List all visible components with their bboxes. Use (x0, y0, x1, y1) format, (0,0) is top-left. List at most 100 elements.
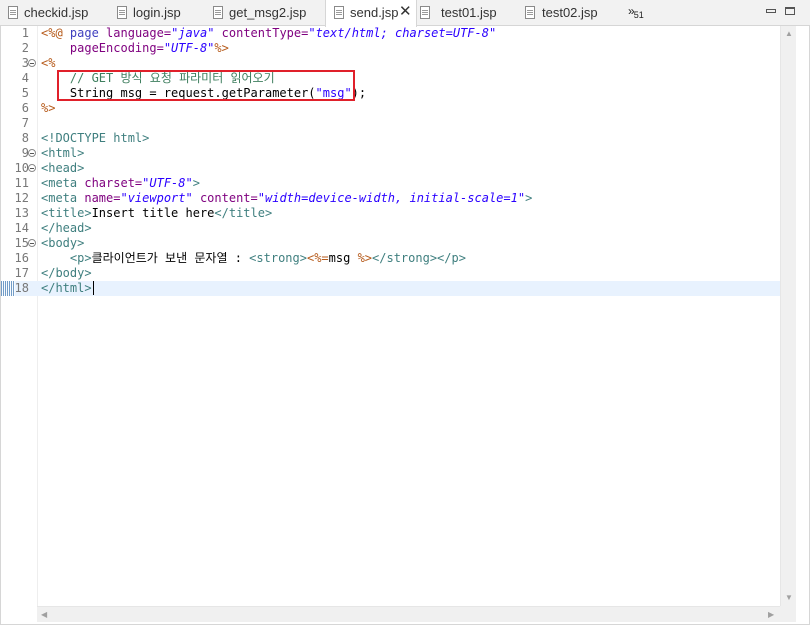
minimize-icon[interactable] (766, 9, 776, 13)
code-line: 2 pageEncoding="UTF-8"%> (1, 41, 780, 56)
html-tag: > (525, 191, 533, 205)
line-number: 9 (21, 146, 29, 160)
jsp-file-icon (525, 6, 535, 19)
attribute-name: language= (106, 26, 172, 40)
html-tag: <head> (41, 161, 85, 175)
html-tag: <strong> (249, 251, 307, 265)
code-line: 16 <p>클라이언트가 보낸 문자열 : <strong><%=msg %><… (1, 251, 780, 266)
code-line: 13 <title>Insert title here</title> (1, 206, 780, 221)
line-number: 12 (14, 191, 29, 205)
line-number: 5 (21, 86, 29, 100)
html-tag: <body> (41, 236, 85, 250)
line-number: 11 (14, 176, 29, 190)
tab-label: test01.jsp (441, 5, 497, 20)
code-line: 4 // GET 방식 요청 파라미터 읽어오기 (1, 71, 780, 86)
tab-label: test02.jsp (542, 5, 598, 20)
attribute-value: "text/html; charset=UTF-8" (308, 26, 497, 40)
scrollbar-corner (780, 606, 796, 622)
line-number: 13 (14, 206, 29, 220)
fold-collapse-icon[interactable] (28, 149, 36, 157)
html-tag: <meta (41, 176, 78, 190)
attribute-name: pageEncoding= (41, 41, 164, 55)
line-number: 14 (14, 221, 29, 235)
line-number: 17 (14, 266, 29, 280)
jsp-scriptlet-open: <% (41, 56, 56, 70)
code-line: 12 <meta name="viewport" content="width=… (1, 191, 780, 206)
html-text: Insert title here (91, 206, 215, 220)
html-tag: </html> (41, 281, 92, 295)
fold-collapse-icon[interactable] (28, 239, 36, 247)
scroll-down-icon[interactable]: ▼ (785, 594, 793, 602)
attribute-name: contentType= (214, 26, 309, 40)
code-line: 15 <body> (1, 236, 780, 251)
line-number: 16 (14, 251, 29, 265)
code-line: 11 <meta charset="UTF-8"> (1, 176, 780, 191)
code-line: 9 <html> (1, 146, 780, 161)
code-editor[interactable]: 1 <%@ page language="java" contentType="… (0, 26, 810, 625)
tab-label: send.jsp (350, 5, 399, 20)
vertical-scrollbar[interactable]: ▲ ▼ (780, 26, 796, 606)
attribute-name: name= (77, 191, 121, 205)
close-tab-icon[interactable]: ✕ (399, 4, 412, 19)
tab-test02-jsp[interactable]: test02.jsp (518, 0, 618, 26)
scroll-up-icon[interactable]: ▲ (785, 30, 793, 38)
tab-overflow-button[interactable]: »51 (628, 4, 645, 20)
line-number: 1 (21, 26, 29, 40)
html-tag: <html> (41, 146, 85, 160)
code-comment: // GET 방식 요청 파라미터 읽어오기 (41, 71, 275, 85)
tab-label: login.jsp (133, 5, 181, 20)
attribute-value: "width=device-width, initial-scale=1" (257, 191, 526, 205)
line-number: 15 (14, 236, 29, 250)
jsp-expression-close: %> (357, 251, 373, 265)
line-number: 10 (14, 161, 29, 175)
line-number: 8 (21, 131, 29, 145)
scroll-right-icon[interactable]: ▶ (768, 611, 774, 619)
jsp-directive-close: %> (214, 41, 229, 55)
code-line: 3 <% (1, 56, 780, 71)
html-tag: <p> (69, 251, 92, 265)
string-literal: "msg" (315, 86, 352, 100)
doctype-declaration: <!DOCTYPE html> (41, 131, 150, 145)
line-number: 2 (21, 41, 29, 55)
code-line: 17 </body> (1, 266, 780, 281)
jsp-file-icon (117, 6, 127, 19)
tab-send-jsp[interactable]: send.jsp ✕ (325, 0, 417, 27)
jsp-scriptlet-close: %> (41, 101, 56, 115)
tab-label: get_msg2.jsp (229, 5, 307, 20)
html-tag: </head> (41, 221, 92, 235)
tab-login-jsp[interactable]: login.jsp (109, 0, 204, 26)
html-tag: <title> (41, 206, 92, 220)
html-text: 클라이언트가 보낸 문자열 : (91, 251, 250, 265)
attribute-value: "UTF-8" (163, 41, 215, 55)
code-line: 5 String msg = request.getParameter("msg… (1, 86, 780, 101)
jsp-file-icon (420, 6, 430, 19)
tab-checkid-jsp[interactable]: checkid.jsp (0, 0, 102, 26)
code-line: 14 </head> (1, 221, 780, 236)
fold-collapse-icon[interactable] (28, 164, 36, 172)
text-cursor (92, 281, 94, 295)
jsp-keyword: page (62, 26, 107, 40)
fold-collapse-icon[interactable] (28, 59, 36, 67)
editor-tab-bar: checkid.jsp login.jsp get_msg2.jsp send.… (0, 0, 810, 27)
code-line: 1 <%@ page language="java" contentType="… (1, 26, 780, 41)
line-number: 3 (21, 56, 29, 70)
scroll-left-icon[interactable]: ◀ (41, 611, 47, 619)
code-line: 8 <!DOCTYPE html> (1, 131, 780, 146)
jsp-file-icon (334, 6, 344, 19)
html-tag: > (192, 176, 200, 190)
html-tag: </title> (214, 206, 273, 220)
line-number: 7 (21, 116, 29, 130)
line-number: 4 (21, 71, 29, 85)
horizontal-scrollbar[interactable]: ◀ ▶ (37, 606, 780, 622)
java-code: msg (328, 251, 358, 265)
tab-test01-jsp[interactable]: test01.jsp (418, 0, 516, 26)
jsp-directive-open: <%@ (41, 26, 63, 40)
code-line: 10 <head> (1, 161, 780, 176)
tab-label: checkid.jsp (24, 5, 89, 20)
overflow-count: 51 (633, 10, 644, 20)
tab-get-msg2-jsp[interactable]: get_msg2.jsp (205, 0, 323, 26)
jsp-file-icon (8, 6, 18, 19)
java-code: ); (351, 86, 367, 100)
maximize-icon[interactable] (785, 7, 795, 15)
